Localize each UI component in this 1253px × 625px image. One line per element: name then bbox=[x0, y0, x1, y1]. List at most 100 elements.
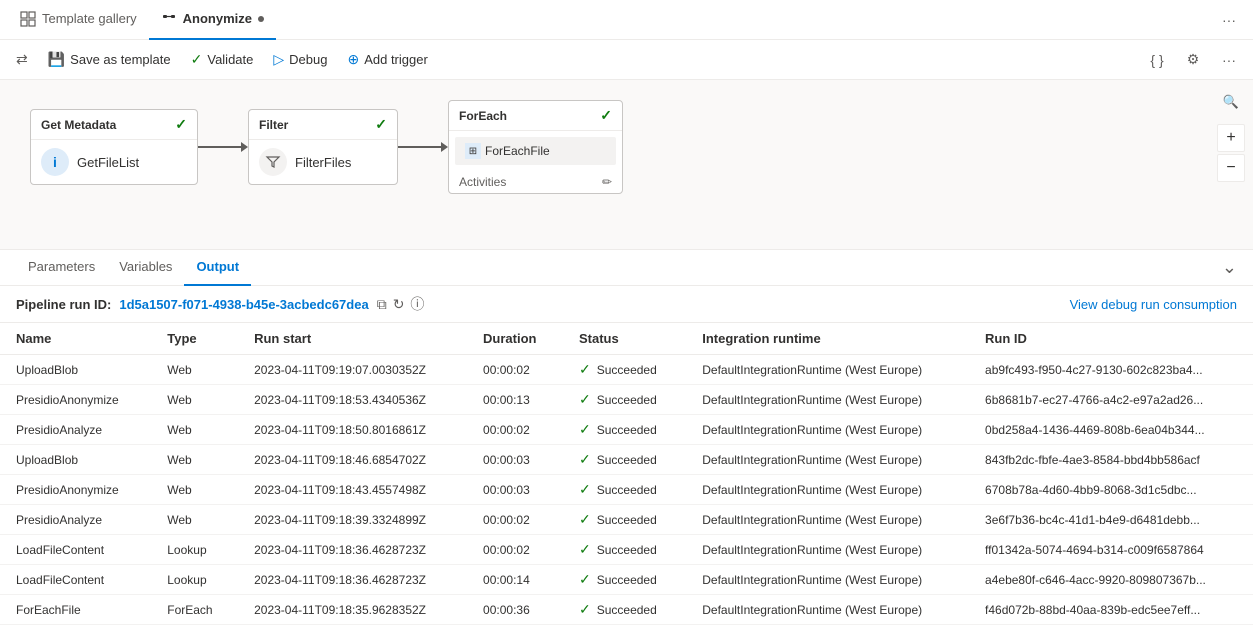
tab-template-gallery[interactable]: Template gallery bbox=[8, 0, 149, 40]
table-row[interactable]: UploadBlob Web 2023-04-11T09:18:46.68547… bbox=[0, 445, 1253, 475]
filter-body: FilterFiles bbox=[249, 140, 397, 184]
col-run-id: Run ID bbox=[969, 323, 1253, 355]
cell-run-start: 2023-04-11T09:18:50.8016861Z bbox=[238, 415, 467, 445]
cell-type: Lookup bbox=[151, 565, 238, 595]
status-check-icon: ✓ bbox=[579, 601, 591, 618]
cell-run-start: 2023-04-11T09:18:53.4340536Z bbox=[238, 385, 467, 415]
run-id-label: Pipeline run ID: bbox=[16, 297, 111, 312]
collapse-sidebar-btn[interactable]: ⇄ bbox=[8, 46, 36, 74]
save-as-template-button[interactable]: 💾 Save as template bbox=[40, 46, 179, 74]
table-row[interactable]: ForEachFile ForEach 2023-04-11T09:18:35.… bbox=[0, 595, 1253, 625]
tab-output[interactable]: Output bbox=[184, 250, 251, 286]
info-icon[interactable]: ⓘ bbox=[410, 294, 424, 314]
cell-status: ✓ Succeeded bbox=[563, 385, 686, 415]
table-row[interactable]: LoadFileContent Lookup 2023-04-11T09:18:… bbox=[0, 535, 1253, 565]
pipeline-canvas: Get Metadata ✓ i GetFileList Filter ✓ bbox=[0, 80, 1253, 250]
more-btn[interactable]: ··· bbox=[1213, 44, 1245, 76]
col-integration-runtime: Integration runtime bbox=[686, 323, 969, 355]
cell-duration: 00:00:02 bbox=[467, 505, 563, 535]
cell-runtime: DefaultIntegrationRuntime (West Europe) bbox=[686, 385, 969, 415]
cell-name: ForEachFile bbox=[0, 595, 151, 625]
tab-variables[interactable]: Variables bbox=[107, 250, 184, 286]
foreach-title: ForEach bbox=[459, 109, 507, 123]
foreach-node[interactable]: ForEach ✓ ⊞ ForEachFile Activities ✏ bbox=[448, 100, 623, 194]
cell-runtime: DefaultIntegrationRuntime (West Europe) bbox=[686, 565, 969, 595]
cell-status: ✓ Succeeded bbox=[563, 475, 686, 505]
canvas-zoom-controls: + − bbox=[1217, 124, 1245, 182]
status-label: Succeeded bbox=[597, 453, 657, 467]
filter-icon bbox=[259, 148, 287, 176]
run-id-icons: ⧉ ↻ ⓘ bbox=[377, 294, 425, 314]
tab-anonymize[interactable]: Anonymize bbox=[149, 0, 276, 40]
cell-status: ✓ Succeeded bbox=[563, 505, 686, 535]
status-label: Succeeded bbox=[597, 513, 657, 527]
debug-consumption-link[interactable]: View debug run consumption bbox=[1070, 297, 1237, 312]
cell-duration: 00:00:36 bbox=[467, 595, 563, 625]
cell-runtime: DefaultIntegrationRuntime (West Europe) bbox=[686, 475, 969, 505]
col-status: Status bbox=[563, 323, 686, 355]
table-row[interactable]: PresidioAnalyze Web 2023-04-11T09:18:50.… bbox=[0, 415, 1253, 445]
toolbar-right-actions: { } ⚙ ··· bbox=[1141, 44, 1245, 76]
get-metadata-title: Get Metadata bbox=[41, 118, 116, 132]
cell-type: Web bbox=[151, 475, 238, 505]
status-check-icon: ✓ bbox=[579, 481, 591, 498]
cell-run-start: 2023-04-11T09:18:39.3324899Z bbox=[238, 505, 467, 535]
code-view-btn[interactable]: { } bbox=[1141, 44, 1173, 76]
status-label: Succeeded bbox=[597, 393, 657, 407]
filter-label: FilterFiles bbox=[295, 155, 351, 170]
table-row[interactable]: PresidioAnonymize Web 2023-04-11T09:18:4… bbox=[0, 475, 1253, 505]
cell-run-id: a4ebe80f-c646-4acc-9920-809807367b... bbox=[969, 565, 1253, 595]
cell-type: ForEach bbox=[151, 595, 238, 625]
foreach-inner-label: ForEachFile bbox=[485, 144, 550, 158]
zoom-out-btn[interactable]: − bbox=[1217, 154, 1245, 182]
more-options-btn[interactable]: ··· bbox=[1213, 4, 1245, 36]
status-label: Succeeded bbox=[597, 483, 657, 497]
tab-output-label: Output bbox=[196, 259, 239, 274]
table-row[interactable]: LoadFileContent Lookup 2023-04-11T09:18:… bbox=[0, 565, 1253, 595]
panel-collapse-btn[interactable]: ⌄ bbox=[1222, 257, 1237, 278]
table-header: Name Type Run start Duration Status Inte… bbox=[0, 323, 1253, 355]
add-trigger-button[interactable]: ⊕ Add trigger bbox=[339, 46, 435, 74]
get-metadata-header: Get Metadata ✓ bbox=[31, 110, 197, 140]
cell-runtime: DefaultIntegrationRuntime (West Europe) bbox=[686, 445, 969, 475]
tab-template-gallery-label: Template gallery bbox=[42, 11, 137, 26]
get-metadata-node[interactable]: Get Metadata ✓ i GetFileList bbox=[30, 109, 198, 185]
status-label: Succeeded bbox=[597, 363, 657, 377]
foreach-inner-icon: ⊞ bbox=[465, 143, 481, 159]
debug-icon: ▷ bbox=[273, 51, 284, 68]
tab-parameters[interactable]: Parameters bbox=[16, 250, 107, 286]
filter-check: ✓ bbox=[375, 116, 387, 133]
debug-button[interactable]: ▷ Debug bbox=[265, 46, 335, 74]
edit-icon[interactable]: ✏ bbox=[602, 175, 612, 189]
run-id-value: 1d5a1507-f071-4938-b45e-3acbedc67dea bbox=[119, 297, 368, 312]
toolbar: ⇄ 💾 Save as template ✓ Validate ▷ Debug … bbox=[0, 40, 1253, 80]
top-bar-actions: ··· bbox=[1213, 4, 1245, 36]
cell-run-start: 2023-04-11T09:18:43.4557498Z bbox=[238, 475, 467, 505]
activities-table: Name Type Run start Duration Status Inte… bbox=[0, 323, 1253, 625]
table-row[interactable]: UploadBlob Web 2023-04-11T09:19:07.00303… bbox=[0, 355, 1253, 385]
trigger-icon: ⊕ bbox=[347, 51, 359, 68]
output-tabs: Parameters Variables Output ⌄ bbox=[0, 250, 1253, 286]
canvas-search-btn[interactable]: 🔍 bbox=[1217, 88, 1245, 116]
cell-run-start: 2023-04-11T09:18:36.4628723Z bbox=[238, 535, 467, 565]
status-check-icon: ✓ bbox=[579, 541, 591, 558]
table-row[interactable]: PresidioAnalyze Web 2023-04-11T09:18:39.… bbox=[0, 505, 1253, 535]
cell-run-start: 2023-04-11T09:18:35.9628352Z bbox=[238, 595, 467, 625]
settings-btn[interactable]: ⚙ bbox=[1177, 44, 1209, 76]
copy-icon[interactable]: ⧉ bbox=[377, 296, 387, 313]
filter-node[interactable]: Filter ✓ FilterFiles bbox=[248, 109, 398, 185]
cell-status: ✓ Succeeded bbox=[563, 565, 686, 595]
cell-duration: 00:00:03 bbox=[467, 445, 563, 475]
refresh-icon[interactable]: ↻ bbox=[393, 296, 405, 313]
validate-button[interactable]: ✓ Validate bbox=[183, 46, 262, 74]
zoom-in-btn[interactable]: + bbox=[1217, 124, 1245, 152]
col-name: Name bbox=[0, 323, 151, 355]
table-body: UploadBlob Web 2023-04-11T09:19:07.00303… bbox=[0, 355, 1253, 625]
cell-duration: 00:00:02 bbox=[467, 535, 563, 565]
validate-icon: ✓ bbox=[191, 51, 203, 68]
cell-runtime: DefaultIntegrationRuntime (West Europe) bbox=[686, 505, 969, 535]
table-row[interactable]: PresidioAnonymize Web 2023-04-11T09:18:5… bbox=[0, 385, 1253, 415]
cell-run-id: 6708b78a-4d60-4bb9-8068-3d1c5dbc... bbox=[969, 475, 1253, 505]
cell-run-start: 2023-04-11T09:18:46.6854702Z bbox=[238, 445, 467, 475]
cell-run-id: ff01342a-5074-4694-b314-c009f6587864 bbox=[969, 535, 1253, 565]
